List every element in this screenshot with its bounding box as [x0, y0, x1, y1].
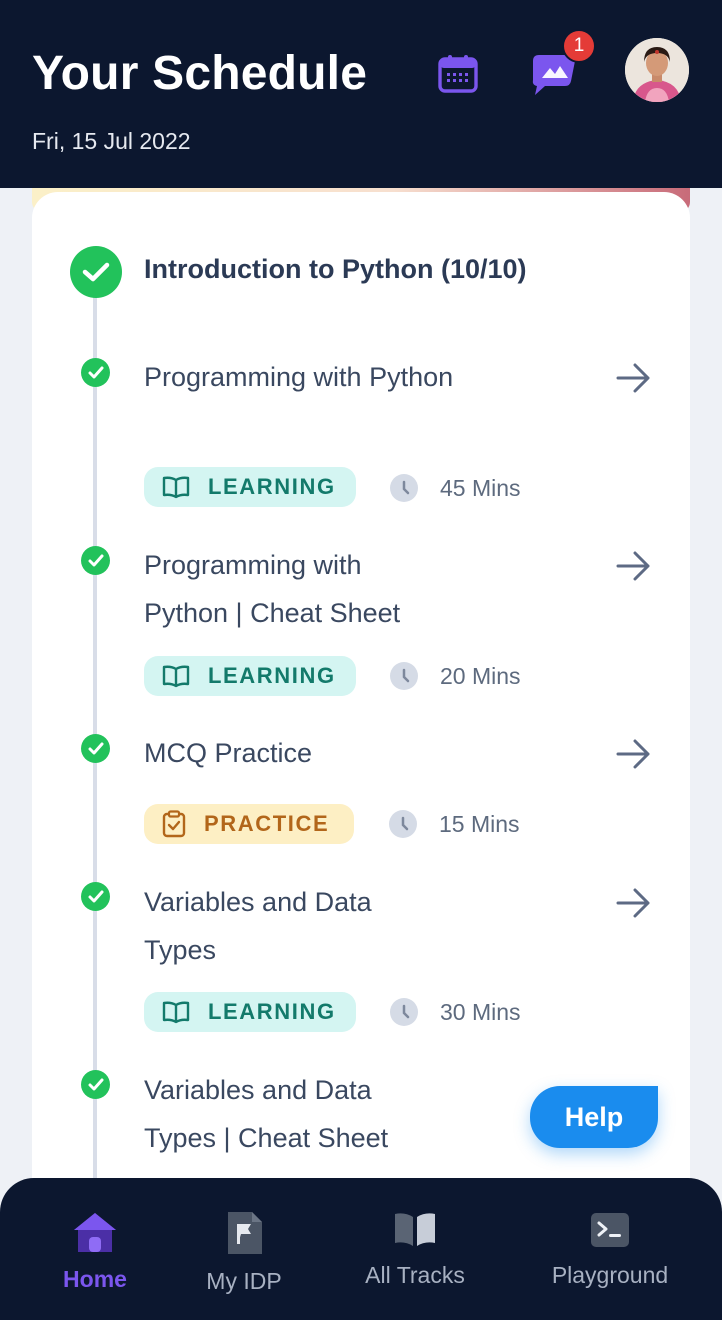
book-icon: [162, 1001, 190, 1024]
practice-tag: PRACTICE: [144, 804, 354, 844]
notification-badge: 1: [562, 29, 596, 63]
bottom-navigation: Home My IDP All Tracks Playground: [0, 1178, 722, 1320]
module-complete-check-icon: [70, 246, 122, 298]
item-complete-check-icon: [81, 546, 110, 575]
schedule-card: [32, 192, 690, 1192]
nav-label: Home: [63, 1266, 127, 1292]
item-complete-check-icon: [81, 734, 110, 763]
tag-label: LEARNING: [208, 663, 336, 688]
item-title[interactable]: Programming with Python: [144, 353, 464, 401]
nav-item-all-tracks[interactable]: All Tracks: [352, 1210, 478, 1289]
nav-label: Playground: [551, 1262, 669, 1288]
nav-item-home[interactable]: Home: [54, 1210, 136, 1293]
learning-tag: LEARNING: [144, 992, 356, 1032]
learning-tag: LEARNING: [144, 656, 356, 696]
book-icon: [162, 476, 190, 499]
arrow-right-icon[interactable]: [614, 885, 654, 921]
item-complete-check-icon: [81, 1070, 110, 1099]
home-icon: [74, 1213, 116, 1252]
schedule-date: Fri, 15 Jul 2022: [32, 128, 191, 154]
item-complete-check-icon: [81, 358, 110, 387]
app-header: Your Schedule Fri, 15 Jul 2022 1: [0, 0, 722, 188]
tag-label: LEARNING: [208, 474, 336, 499]
item-complete-check-icon: [81, 882, 110, 911]
nav-label: All Tracks: [365, 1262, 465, 1288]
timeline-line: [93, 270, 97, 1180]
nav-item-playground[interactable]: Playground: [540, 1210, 680, 1289]
page-title: Your Schedule: [32, 47, 368, 100]
module-title: Introduction to Python (10/10): [144, 254, 527, 284]
item-duration: 15 Mins: [439, 811, 520, 837]
nav-label: My IDP: [206, 1268, 282, 1294]
clock-icon: [390, 998, 418, 1026]
learning-tag: LEARNING: [144, 467, 356, 507]
help-button[interactable]: Help: [530, 1086, 658, 1148]
item-duration: 20 Mins: [440, 663, 521, 689]
item-title[interactable]: Programming with Python | Cheat Sheet: [144, 541, 444, 637]
open-book-icon: [395, 1213, 435, 1246]
arrow-right-icon[interactable]: [614, 736, 654, 772]
arrow-right-icon[interactable]: [614, 360, 654, 396]
item-duration: 45 Mins: [440, 475, 521, 501]
nav-item-my-idp[interactable]: My IDP: [196, 1210, 292, 1295]
arrow-right-icon[interactable]: [614, 548, 654, 584]
document-flag-icon: [228, 1212, 262, 1254]
item-duration: 30 Mins: [440, 999, 521, 1025]
item-title[interactable]: Variables and Data Types | Cheat Sheet: [144, 1066, 434, 1162]
clock-icon: [389, 810, 417, 838]
item-title[interactable]: MCQ Practice: [144, 729, 464, 777]
tag-label: LEARNING: [208, 999, 336, 1024]
clock-icon: [390, 474, 418, 502]
terminal-icon: [591, 1213, 629, 1247]
clipboard-check-icon: [162, 810, 186, 838]
tag-label: PRACTICE: [204, 811, 330, 836]
item-title[interactable]: Variables and Data Types: [144, 878, 434, 974]
clock-icon: [390, 662, 418, 690]
calendar-icon[interactable]: [436, 52, 480, 96]
avatar[interactable]: [625, 38, 689, 102]
book-icon: [162, 665, 190, 688]
